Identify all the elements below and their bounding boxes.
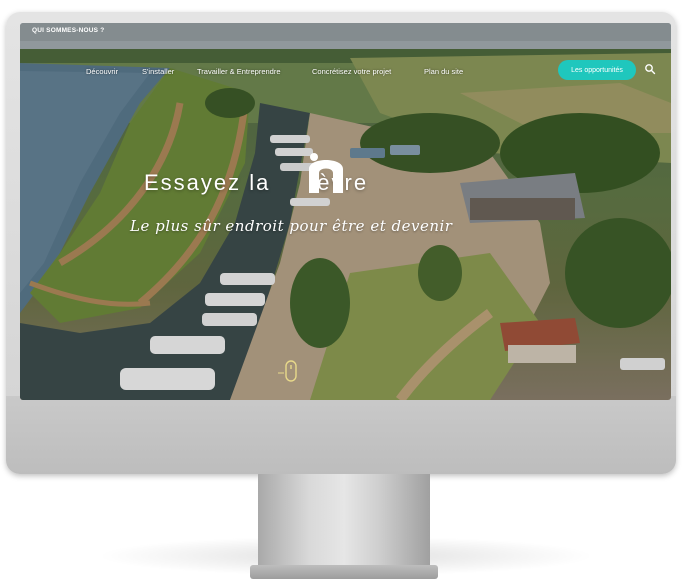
opportunities-button[interactable]: Les opportunités bbox=[558, 60, 636, 80]
n-logo-icon bbox=[309, 153, 343, 193]
monitor-chin bbox=[6, 396, 676, 474]
nav-item-plan-du-site[interactable]: Plan du site bbox=[424, 67, 463, 76]
website-screen: QUI SOMMES-NOUS ? Découvrir S'installer … bbox=[20, 23, 671, 400]
hero-subtitle: Le plus sûr endroit pour être et devenir bbox=[130, 217, 453, 235]
about-link[interactable]: QUI SOMMES-NOUS ? bbox=[32, 27, 104, 34]
scroll-down-icon[interactable] bbox=[278, 359, 318, 385]
monitor-stand-base bbox=[250, 565, 438, 579]
nav-item-travailler[interactable]: Travailler & Entreprendre bbox=[197, 67, 281, 76]
search-icon[interactable] bbox=[644, 63, 656, 75]
nav-item-sinstaller[interactable]: S'installer bbox=[142, 67, 174, 76]
monitor-stand bbox=[258, 474, 430, 572]
nav-item-decouvrir[interactable]: Découvrir bbox=[86, 67, 118, 76]
nav-item-concretisez[interactable]: Concrétisez votre projet bbox=[312, 67, 391, 76]
top-bar: QUI SOMMES-NOUS ? bbox=[20, 23, 671, 41]
hero-title-part1: Essayez la bbox=[144, 170, 271, 195]
